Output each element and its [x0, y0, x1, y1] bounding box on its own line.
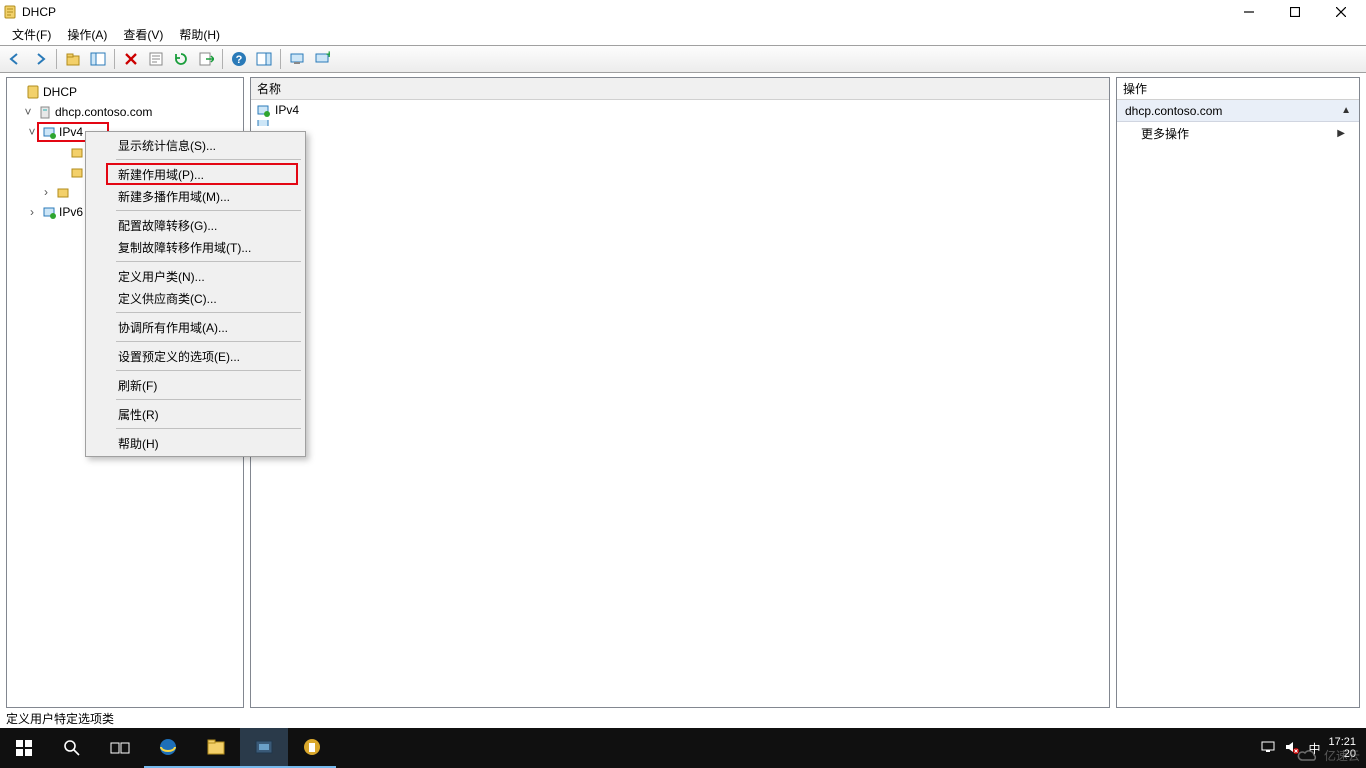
window-title: DHCP: [22, 5, 56, 19]
actions-pane-title: 操作: [1117, 78, 1359, 100]
list-label: IPv4: [275, 103, 299, 117]
manage-authorized-servers-button[interactable]: [286, 48, 308, 70]
tree-label: IPv4: [59, 125, 83, 139]
menu-help[interactable]: 帮助(H): [171, 24, 228, 45]
show-hide-action-pane-button[interactable]: [253, 48, 275, 70]
ctx-show-statistics[interactable]: 显示统计信息(S)...: [88, 134, 303, 156]
clock[interactable]: 17:21 20: [1328, 736, 1356, 760]
actions-group-label: dhcp.contoso.com: [1125, 104, 1222, 118]
svg-text:+: +: [326, 51, 330, 61]
ipv4-icon: [255, 102, 271, 118]
ctx-reconcile-all-scopes[interactable]: 协调所有作用域(A)...: [88, 316, 303, 338]
menu-bar: 文件(F) 操作(A) 查看(V) 帮助(H): [0, 24, 1366, 45]
actions-item-label: 更多操作: [1141, 125, 1189, 142]
ctx-separator: [116, 261, 301, 262]
title-bar: DHCP: [0, 0, 1366, 24]
server-icon: [37, 104, 53, 120]
column-header-name[interactable]: 名称: [251, 78, 1109, 100]
ctx-separator: [116, 428, 301, 429]
ctx-properties[interactable]: 属性(R): [88, 403, 303, 425]
taskbar-app-explorer[interactable]: [192, 728, 240, 768]
collapse-icon: ▲: [1341, 105, 1351, 116]
start-button[interactable]: [0, 728, 48, 768]
taskbar-app-server-manager[interactable]: [240, 728, 288, 768]
refresh-button[interactable]: [170, 48, 192, 70]
toolbar: ? +: [0, 45, 1366, 73]
list-item-ipv4[interactable]: IPv4: [251, 100, 1109, 120]
volume-icon[interactable]: [1284, 740, 1300, 757]
tree-label: dhcp.contoso.com: [55, 105, 152, 119]
actions-pane: 操作 dhcp.contoso.com ▲ 更多操作 ▶: [1116, 77, 1360, 708]
tree-node-server[interactable]: ˅ dhcp.contoso.com: [9, 102, 241, 122]
forward-button[interactable]: [29, 48, 51, 70]
ipv6-icon: [255, 120, 271, 126]
list-item-ipv6-partial[interactable]: [251, 120, 1109, 126]
close-button[interactable]: [1318, 1, 1364, 23]
actions-more-operations[interactable]: 更多操作 ▶: [1117, 122, 1359, 144]
tree-node-dhcp[interactable]: DHCP: [9, 82, 241, 102]
tree-label: DHCP: [43, 85, 77, 99]
menu-file[interactable]: 文件(F): [4, 24, 59, 45]
submenu-icon: ▶: [1337, 128, 1345, 139]
ipv4-icon: [41, 124, 57, 140]
ctx-new-multicast-scope[interactable]: 新建多播作用域(M)...: [88, 185, 303, 207]
ctx-separator: [116, 312, 301, 313]
expand-icon[interactable]: ›: [39, 185, 53, 199]
folder-policy-icon: [69, 164, 85, 180]
ctx-help[interactable]: 帮助(H): [88, 432, 303, 454]
properties-button[interactable]: [145, 48, 167, 70]
clock-date: 20: [1328, 748, 1356, 760]
svg-text:?: ?: [236, 54, 243, 66]
actions-group-header[interactable]: dhcp.contoso.com ▲: [1117, 100, 1359, 122]
up-level-button[interactable]: [62, 48, 84, 70]
context-menu: 显示统计信息(S)... 新建作用域(P)... 新建多播作用域(M)... 配…: [85, 131, 306, 457]
menu-view[interactable]: 查看(V): [115, 24, 171, 45]
ctx-replicate-failover-scopes[interactable]: 复制故障转移作用域(T)...: [88, 236, 303, 258]
ctx-separator: [116, 341, 301, 342]
taskbar-app-ie[interactable]: [144, 728, 192, 768]
ipv6-icon: [41, 204, 57, 220]
minimize-button[interactable]: [1226, 1, 1272, 23]
ctx-refresh[interactable]: 刷新(F): [88, 374, 303, 396]
folder-options-icon: [69, 144, 85, 160]
dhcp-root-icon: [25, 84, 41, 100]
network-icon[interactable]: [1260, 740, 1276, 757]
folder-filters-icon: [55, 184, 71, 200]
tree-label: IPv6: [59, 205, 83, 219]
ctx-define-vendor-classes[interactable]: 定义供应商类(C)...: [88, 287, 303, 309]
ctx-configure-failover[interactable]: 配置故障转移(G)...: [88, 214, 303, 236]
taskbar: 中 17:21 20: [0, 728, 1366, 768]
search-button[interactable]: [48, 728, 96, 768]
back-button[interactable]: [4, 48, 26, 70]
status-text: 定义用户特定选项类: [6, 710, 114, 727]
ctx-new-scope[interactable]: 新建作用域(P)...: [88, 163, 303, 185]
clock-time: 17:21: [1328, 736, 1356, 748]
ime-indicator[interactable]: 中: [1308, 740, 1320, 757]
delete-button[interactable]: [120, 48, 142, 70]
task-view-button[interactable]: [96, 728, 144, 768]
system-tray[interactable]: 中 17:21 20: [1250, 736, 1366, 760]
add-server-button[interactable]: +: [311, 48, 333, 70]
ctx-separator: [116, 210, 301, 211]
expand-icon[interactable]: ˅: [25, 125, 39, 139]
export-list-button[interactable]: [195, 48, 217, 70]
taskbar-app-dhcp[interactable]: [288, 728, 336, 768]
help-button[interactable]: ?: [228, 48, 250, 70]
show-hide-console-tree-button[interactable]: [87, 48, 109, 70]
expand-icon[interactable]: ˅: [21, 105, 35, 119]
ctx-set-predefined-options[interactable]: 设置预定义的选项(E)...: [88, 345, 303, 367]
maximize-button[interactable]: [1272, 1, 1318, 23]
column-label: 名称: [257, 80, 281, 97]
app-icon: [2, 4, 18, 20]
expand-icon[interactable]: ›: [25, 205, 39, 219]
menu-action[interactable]: 操作(A): [59, 24, 115, 45]
ctx-define-user-classes[interactable]: 定义用户类(N)...: [88, 265, 303, 287]
ctx-separator: [116, 399, 301, 400]
result-pane: 名称 IPv4: [250, 77, 1110, 708]
status-bar: 定义用户特定选项类: [0, 708, 1366, 728]
ctx-separator: [116, 370, 301, 371]
ctx-separator: [116, 159, 301, 160]
